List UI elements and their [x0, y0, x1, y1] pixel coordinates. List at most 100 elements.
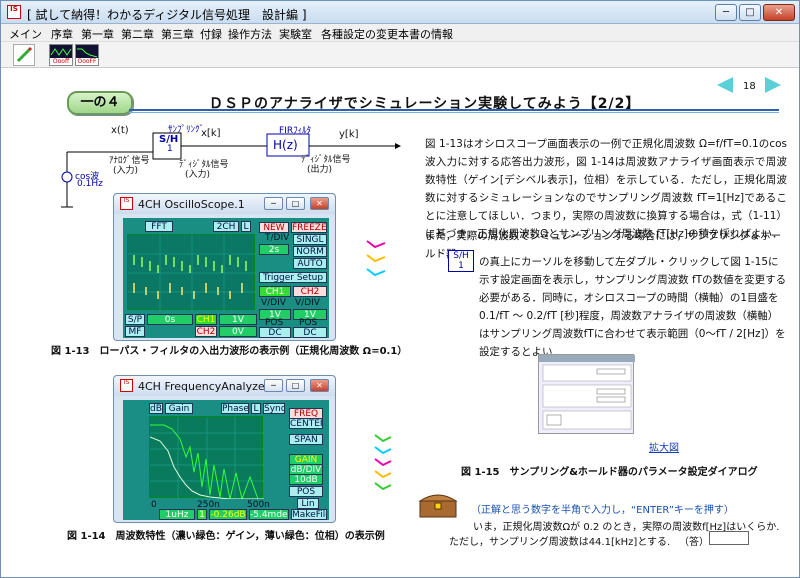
window-title: [ 試して納得！わかるディジタル信号処理 設計編 ]	[27, 8, 307, 22]
next-page-icon[interactable]	[765, 77, 781, 93]
dialog-thumbnail[interactable]	[538, 354, 635, 434]
ana-l-button[interactable]: L	[251, 403, 261, 414]
pencil-icon	[16, 46, 33, 63]
label-yk: y[k]	[339, 129, 359, 140]
app-icon: IS	[7, 5, 21, 19]
analyzer-title-bar: IS 4CH FrequencyAnalyzer.1 ─ □ ✕	[114, 376, 335, 396]
osc-ch2-button[interactable]: CH2	[293, 286, 327, 297]
osc-dc2-button[interactable]: DC	[293, 327, 327, 338]
osc-maximize-button[interactable]: □	[286, 197, 305, 210]
osc-freeze-button[interactable]: FREEZE	[291, 222, 327, 233]
ana-span-button[interactable]: SPAN	[289, 434, 323, 445]
close-button[interactable]: ✕	[763, 4, 795, 21]
osc-vdiv2-label: V/DIV	[295, 298, 320, 308]
ana-freq-readout: 1uHz	[159, 509, 195, 520]
ana-sync-button[interactable]: Sync	[263, 403, 285, 414]
osc-mf-button[interactable]: MF	[125, 326, 145, 337]
analyzer-icon	[77, 48, 98, 58]
ana-center-button[interactable]: CENTER	[289, 418, 323, 429]
caption-fig13: 図 1-13 ローパス・フィルタの入出力波形の表示例（正規化周波数 Ω=0.1）	[51, 346, 408, 357]
label-analog-sub: (入力)	[113, 166, 139, 176]
label-fir: FIRﾌｨﾙﾀ	[279, 126, 312, 136]
osc-fft-button[interactable]: FFT	[145, 221, 173, 232]
ana-x0-label: 0	[151, 500, 157, 510]
section-badge-text: 一の４	[80, 95, 120, 110]
oscilloscope-tool-label: Oooff	[50, 58, 72, 65]
label-xt: x(t)	[111, 125, 129, 136]
menu-info[interactable]: 本書の情報	[398, 26, 453, 42]
ana-gain-button[interactable]: Gain	[165, 403, 193, 414]
caption-fig14: 図 1-14 周波数特性（濃い緑色：ゲイン，薄い緑色：位相）の表示例	[67, 531, 385, 542]
osc-auto-button[interactable]: AUTO	[293, 258, 327, 269]
analyzer-tool-button[interactable]: OooFF	[75, 44, 99, 66]
osc-singl-button[interactable]: SINGL	[293, 234, 327, 245]
analyzer-window[interactable]: IS 4CH FrequencyAnalyzer.1 ─ □ ✕ dB Gain…	[113, 375, 336, 523]
osc-norm-button[interactable]: NORM	[293, 246, 327, 257]
menu-chapter1[interactable]: 第一章	[81, 26, 114, 42]
osc-ch1-readout: 1V	[219, 314, 257, 325]
maximize-button[interactable]: □	[739, 4, 761, 21]
answer-label: （答）	[679, 537, 709, 548]
ana-gain-readout: -0.26dB	[209, 509, 247, 520]
main-window: IS [ 試して納得！わかるディジタル信号処理 設計編 ] ─ □ ✕ メイン …	[0, 0, 800, 578]
menu-main[interactable]: メイン	[9, 26, 42, 42]
osc-sp-button[interactable]: S/P	[125, 314, 145, 325]
osc-minimize-button[interactable]: ─	[264, 197, 283, 210]
menu-prologue[interactable]: 序章	[51, 26, 73, 42]
ana-db-button[interactable]: dB	[149, 403, 163, 414]
page-number: 18	[743, 81, 756, 92]
osc-ch1v-label: CH1	[195, 314, 217, 325]
osc-2ch-button[interactable]: 2CH	[213, 221, 239, 232]
section-badge: 一の４	[67, 91, 133, 115]
menu-settings[interactable]: 各種設定の変更	[321, 26, 398, 42]
minimize-button[interactable]: ─	[715, 4, 737, 21]
title-rule	[129, 109, 779, 113]
dialog-thumbnail-image	[539, 355, 635, 430]
ana-phase-readout: -5.4mdeg	[249, 509, 289, 520]
title-bar: IS [ 試して納得！わかるディジタル信号処理 設計編 ] ─ □ ✕	[1, 1, 799, 24]
ana-phase-button[interactable]: Phase	[221, 403, 249, 414]
osc-trigger-button[interactable]: Trigger Setup	[259, 272, 327, 283]
probe-icons-ana	[374, 434, 392, 491]
label-hz: H(z)	[273, 138, 298, 152]
oscilloscope-tool-button[interactable]: Oooff	[49, 44, 73, 66]
quiz-instruction: （正解と思う数字を半角で入力し，“ENTER”キーを押す）	[471, 505, 734, 516]
osc-l-button[interactable]: L	[241, 221, 251, 232]
enlarge-link[interactable]: 拡大図	[649, 439, 679, 454]
label-freq: 0.1Hz	[77, 179, 103, 189]
caption-fig15: 図 1-15 サンプリング&ホールド器のパラメータ設定ダイアログ	[461, 467, 758, 478]
osc-ch2-readout: 0V	[219, 326, 257, 337]
ana-db10-value[interactable]: 10dB	[289, 474, 323, 485]
osc-close-button[interactable]: ✕	[310, 197, 329, 210]
menu-howto[interactable]: 操作方法	[228, 26, 272, 42]
menu-chapter2[interactable]: 第二章	[121, 26, 154, 42]
osc-tdiv-label: T/DIV	[265, 233, 290, 243]
treasure-chest-icon	[418, 494, 458, 518]
oscilloscope-window[interactable]: IS 4CH OscilloScope.1 ─ □ ✕ FFT 2CH L NE…	[113, 193, 336, 341]
ana-maximize-button[interactable]: □	[286, 379, 305, 392]
osc-time-value[interactable]: 0s	[147, 314, 193, 325]
toolbar: Oooff OooFF	[1, 42, 799, 68]
oscilloscope-icon	[50, 48, 72, 56]
menu-lab[interactable]: 実験室	[279, 26, 312, 42]
prev-page-icon[interactable]	[717, 77, 733, 93]
ana-makefile-button[interactable]: MakeFile	[291, 509, 327, 520]
menu-appendix[interactable]: 付録	[200, 26, 222, 42]
menu-chapter3[interactable]: 第三章	[161, 26, 194, 42]
pen-tool-button[interactable]	[13, 44, 35, 66]
ana-pos-button[interactable]: POS	[289, 486, 323, 497]
sh-inline-num: 1	[458, 261, 464, 271]
sh-inline-block[interactable]: S/H 1	[448, 250, 474, 272]
ana-minimize-button[interactable]: ─	[264, 379, 283, 392]
ana-lin-button[interactable]: Lin	[297, 498, 319, 509]
cos-source-icon	[61, 171, 73, 183]
sh-inline-label: S/H	[453, 251, 469, 261]
answer-input[interactable]	[709, 531, 749, 545]
ana-close-button[interactable]: ✕	[310, 379, 329, 392]
ana-panel: dB Gain Phase L Sync 0 250n 500n FREQ CE…	[123, 400, 329, 520]
ana-screen	[149, 416, 264, 501]
osc-new-button[interactable]: NEW	[259, 222, 289, 233]
osc-ch1-button[interactable]: CH1	[259, 286, 291, 297]
osc-tdiv-value[interactable]: 2s	[259, 244, 289, 255]
osc-dc1-button[interactable]: DC	[259, 327, 291, 338]
